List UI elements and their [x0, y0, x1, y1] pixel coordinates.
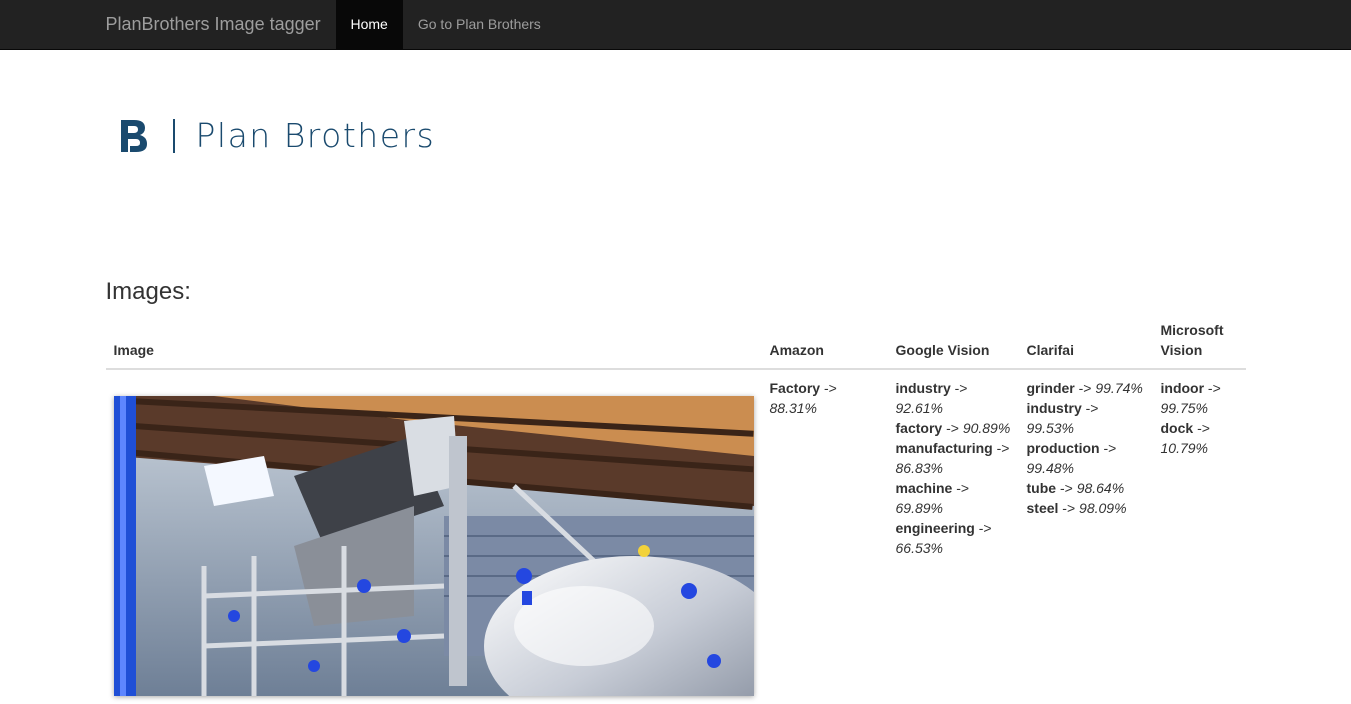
tag-entry: steel -> 98.09%	[1027, 498, 1145, 518]
tag-arrow: ->	[992, 440, 1010, 456]
tag-score: 88.31%	[769, 400, 817, 416]
tag-arrow: ->	[1058, 500, 1080, 516]
tag-score: 66.53%	[895, 540, 943, 556]
tag-arrow: ->	[952, 480, 970, 496]
tag-entry: engineering -> 66.53%	[896, 518, 1011, 558]
column-header-microsoft-vision: Microsoft Vision	[1152, 320, 1246, 370]
nav-link-go-to-plan-brothers[interactable]: Go to Plan Brothers	[403, 0, 556, 49]
column-header-amazon: Amazon	[761, 320, 888, 370]
tag-entry: grinder -> 99.74%	[1027, 378, 1145, 398]
google-vision-tags-cell: industry -> 92.61% factory -> 90.89% man…	[888, 369, 1019, 704]
tag-name: machine	[895, 480, 953, 496]
tag-entry: machine -> 69.89%	[896, 478, 1011, 518]
images-heading: Images:	[105, 278, 191, 305]
tag-name: Factory	[769, 380, 821, 396]
microsoft-vision-tags-cell: indoor -> 99.75% dock -> 10.79%	[1153, 369, 1246, 704]
tag-score: 99.75%	[1160, 400, 1208, 416]
tag-score: 98.64%	[1076, 480, 1125, 496]
tag-score: 98.09%	[1079, 500, 1127, 516]
tag-arrow: ->	[1081, 400, 1099, 416]
tag-arrow: ->	[820, 380, 837, 396]
tag-score: 99.48%	[1026, 460, 1074, 476]
tag-arrow: ->	[1193, 420, 1210, 436]
pb-monogram-icon	[120, 120, 147, 152]
tag-entry: Factory -> 88.31%	[770, 378, 880, 418]
tag-arrow: ->	[1056, 480, 1077, 496]
column-header-image: Image	[105, 320, 762, 370]
tag-entry: manufacturing -> 86.83%	[896, 438, 1011, 478]
plan-brothers-logo: Plan Brothers	[119, 116, 436, 156]
tag-name: engineering	[895, 520, 975, 536]
tag-name: industry	[895, 380, 951, 396]
image-cell	[106, 369, 762, 704]
nav-link-home[interactable]: Home	[335, 0, 403, 49]
column-header-google-vision: Google Vision	[887, 320, 1019, 370]
tag-name: dock	[1160, 420, 1194, 436]
tag-arrow: ->	[1074, 380, 1096, 396]
table-row: Factory -> 88.31% industry -> 92.61% fac…	[106, 369, 1246, 704]
tag-name: grinder	[1026, 380, 1075, 396]
tag-score: 69.89%	[895, 500, 943, 516]
tag-score: 10.79%	[1160, 440, 1208, 456]
tag-score: 92.61%	[895, 400, 943, 416]
navbar-inner: PlanBrothers Image tagger Home Go to Pla…	[106, 0, 1246, 49]
tag-name: industry	[1026, 400, 1082, 416]
tag-score: 90.89%	[962, 420, 1011, 436]
tag-name: factory	[895, 420, 943, 436]
tag-entry: industry -> 92.61%	[896, 378, 1011, 418]
logo-divider	[172, 119, 175, 153]
amazon-tags-cell: Factory -> 88.31%	[762, 369, 888, 704]
tag-entry: factory -> 90.89%	[896, 418, 1011, 438]
tag-entry: industry -> 99.53%	[1027, 398, 1145, 438]
tag-arrow: ->	[950, 380, 968, 396]
tag-entry: dock -> 10.79%	[1161, 418, 1238, 458]
tag-arrow: ->	[942, 420, 963, 436]
tag-name: manufacturing	[895, 440, 993, 456]
tag-arrow: ->	[974, 520, 992, 536]
tag-score: 99.53%	[1026, 420, 1074, 436]
clarifai-tags-cell: grinder -> 99.74% industry -> 99.53% pro…	[1019, 369, 1153, 704]
tag-name: production	[1026, 440, 1100, 456]
top-navbar: PlanBrothers Image tagger Home Go to Pla…	[0, 0, 1351, 50]
tag-entry: production -> 99.48%	[1027, 438, 1145, 478]
tag-score: 86.83%	[895, 460, 943, 476]
tag-name: indoor	[1160, 380, 1205, 396]
table-header-row: Image Amazon Google Vision Clarifai Micr…	[105, 320, 1246, 370]
tag-entry: tube -> 98.64%	[1027, 478, 1145, 498]
navbar-brand[interactable]: PlanBrothers Image tagger	[106, 0, 321, 49]
tag-entry: indoor -> 99.75%	[1161, 378, 1238, 418]
column-header-clarifai: Clarifai	[1018, 320, 1153, 370]
tag-name: steel	[1026, 500, 1059, 516]
factory-photo	[113, 396, 754, 696]
image-tags-table: Image Amazon Google Vision Clarifai Micr…	[105, 320, 1246, 704]
tag-name: tube	[1026, 480, 1057, 496]
tag-score: 99.74%	[1095, 380, 1143, 396]
logo-wordmark: Plan Brothers	[195, 116, 436, 155]
navbar-links: Home Go to Plan Brothers	[335, 0, 556, 49]
tag-arrow: ->	[1204, 380, 1221, 396]
tag-arrow: ->	[1099, 440, 1117, 456]
